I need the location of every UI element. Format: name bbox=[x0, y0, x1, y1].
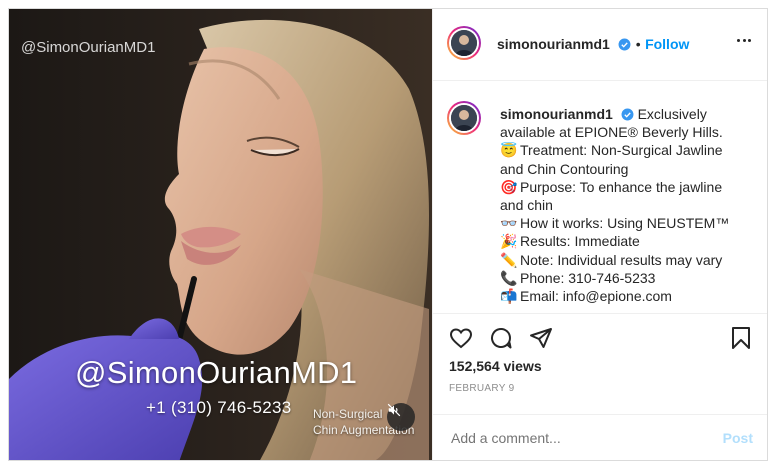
share-icon[interactable] bbox=[529, 326, 553, 350]
video-watermark: @SimonOurianMD1 bbox=[21, 39, 156, 56]
caption-line-phone: Phone: 310-746-5233 bbox=[520, 269, 656, 286]
bookmark-icon[interactable] bbox=[729, 326, 753, 350]
profile-photo bbox=[451, 30, 477, 56]
speaker-muted-icon bbox=[387, 403, 401, 417]
caption-line-how: How it works: Using NEUSTEM™ bbox=[520, 215, 730, 232]
action-bar bbox=[433, 313, 767, 354]
caption-line-email: Email: info@epione.com bbox=[520, 288, 672, 305]
glasses-emoji-icon: 👓 bbox=[500, 215, 518, 232]
caption-line-treatment: Treatment: Non-Surgical Jawline and Chin… bbox=[500, 142, 723, 177]
caption-line-note: Note: Individual results may vary bbox=[520, 251, 723, 268]
view-count[interactable]: 152,564 views bbox=[449, 358, 542, 374]
post-date[interactable]: FEBRUARY 9 bbox=[449, 383, 514, 394]
header-separator: • bbox=[635, 36, 641, 52]
verified-badge-icon bbox=[621, 108, 634, 121]
mute-button[interactable] bbox=[387, 403, 415, 431]
post-frame: @SimonOurianMD1 @SimonOurianMD1 +1 (310)… bbox=[8, 8, 768, 461]
header-username[interactable]: simonourianmd1 bbox=[497, 36, 610, 52]
video-player[interactable]: @SimonOurianMD1 @SimonOurianMD1 +1 (310)… bbox=[9, 9, 432, 460]
caption-line-results: Results: Immediate bbox=[520, 233, 640, 250]
post-header: simonourianmd1 • Follow bbox=[433, 9, 767, 81]
caption-profile-photo bbox=[451, 105, 477, 131]
caption-avatar[interactable] bbox=[447, 101, 481, 135]
video-frame-image bbox=[9, 9, 432, 460]
follow-button[interactable]: Follow bbox=[645, 36, 689, 52]
pencil-emoji-icon: ✏️ bbox=[500, 251, 518, 268]
comment-bar: Post bbox=[433, 414, 767, 460]
heart-icon[interactable] bbox=[449, 326, 473, 350]
comment-icon[interactable] bbox=[489, 326, 513, 350]
caption-area: simonourianmd1 Exclusively available at … bbox=[433, 81, 767, 313]
caption-text: simonourianmd1 Exclusively available at … bbox=[500, 105, 748, 305]
phone-emoji-icon: 📞 bbox=[500, 269, 518, 286]
video-overlay-phone: +1 (310) 746-5233 bbox=[146, 398, 292, 417]
verified-badge-icon bbox=[618, 38, 631, 51]
avatar[interactable] bbox=[447, 26, 481, 60]
more-options-icon[interactable] bbox=[737, 39, 751, 43]
mailbox-emoji-icon: 📬 bbox=[500, 288, 518, 305]
caption-line-purpose: Purpose: To enhance the jawline and chin bbox=[500, 178, 723, 214]
caption-username[interactable]: simonourianmd1 bbox=[500, 106, 613, 122]
target-emoji-icon: 🎯 bbox=[500, 178, 518, 195]
post-button[interactable]: Post bbox=[723, 430, 753, 446]
party-emoji-icon: 🎉 bbox=[500, 233, 518, 250]
video-overlay-caption-1: Non-Surgical bbox=[313, 407, 383, 421]
video-overlay-handle: @SimonOurianMD1 bbox=[75, 355, 358, 390]
smiling-halo-emoji-icon: 😇 bbox=[500, 142, 518, 159]
comment-input[interactable] bbox=[449, 429, 703, 447]
post-sidebar: simonourianmd1 • Follow simonourianmd1 E… bbox=[432, 9, 767, 460]
